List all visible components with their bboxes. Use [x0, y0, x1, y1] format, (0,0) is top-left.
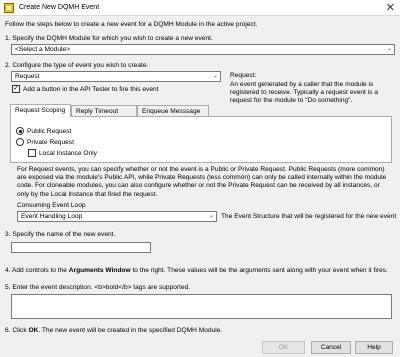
intro-text: Follow the steps below to create a new e… — [5, 21, 258, 28]
api-tester-label: Add a button in the API Tester to fire t… — [23, 86, 159, 93]
close-icon[interactable]: ✕ — [386, 1, 395, 14]
private-request-radio[interactable] — [16, 138, 24, 146]
event-type-value: Request — [15, 73, 40, 80]
step4-prefix: 4. Add controls to the — [5, 267, 69, 274]
local-instance-checkbox[interactable] — [28, 149, 36, 157]
public-request-label: Public Request — [27, 128, 72, 135]
event-type-description: An event generated by a caller that the … — [230, 81, 378, 105]
event-type-description-title: Request: — [230, 72, 257, 79]
consuming-loop-label: Consuming Event Loop — [17, 202, 86, 209]
private-request-label: Private Request — [27, 139, 74, 146]
chevron-down-icon: ⌄ — [386, 46, 392, 52]
cancel-button[interactable]: Cancel — [311, 341, 351, 354]
step2-label: 2. Configure the type of event you wish … — [5, 62, 149, 69]
event-type-select[interactable]: Request ⌄ — [11, 71, 221, 82]
step3-label: 3. Specify the name of the new event. — [5, 231, 116, 238]
step4-suffix: to the right. These values will be the a… — [130, 267, 388, 274]
step6-prefix: 6. Click — [5, 327, 29, 334]
step4-text: 4. Add controls to the Arguments Window … — [5, 267, 388, 274]
module-select-value: <Select a Module> — [15, 46, 70, 53]
consuming-loop-note: The Event Structure that will be registe… — [221, 213, 397, 220]
tab-request-scoping[interactable]: Request Scoping — [10, 104, 71, 117]
labview-vi-icon — [4, 3, 14, 13]
consuming-loop-value: Event Handling Loop — [21, 213, 83, 220]
event-description-input[interactable] — [11, 294, 392, 319]
window-title: Create New DQMH Event — [19, 4, 100, 11]
ok-button[interactable]: OK — [262, 341, 305, 354]
step5-label: 5. Enter the event description. <b>bold<… — [5, 284, 191, 291]
event-name-input[interactable] — [11, 242, 151, 253]
step6-text: 6. Click OK. The new event will be creat… — [5, 327, 222, 334]
chevron-down-icon: ⌄ — [212, 73, 218, 79]
public-request-radio[interactable] — [16, 127, 24, 135]
ok-emphasis: OK — [28, 327, 39, 334]
scoping-help-text: For Request events, you can specify whet… — [17, 166, 387, 198]
title-bar: Create New DQMH Event ✕ — [0, 0, 400, 16]
api-tester-checkbox[interactable]: ✓ — [12, 85, 20, 93]
help-button[interactable]: Help — [355, 341, 393, 354]
step1-label: 1. Specify the DQMH Module for which you… — [5, 35, 213, 42]
chevron-down-icon: ⌄ — [208, 213, 214, 219]
consuming-loop-select[interactable]: Event Handling Loop ⌄ — [17, 211, 217, 222]
step6-suffix: . The new event will be created in the s… — [38, 327, 223, 334]
module-select[interactable]: <Select a Module> ⌄ — [11, 44, 395, 55]
arguments-window-emphasis: Arguments Window — [68, 267, 131, 274]
local-instance-label: Local Instance Only — [39, 150, 97, 157]
